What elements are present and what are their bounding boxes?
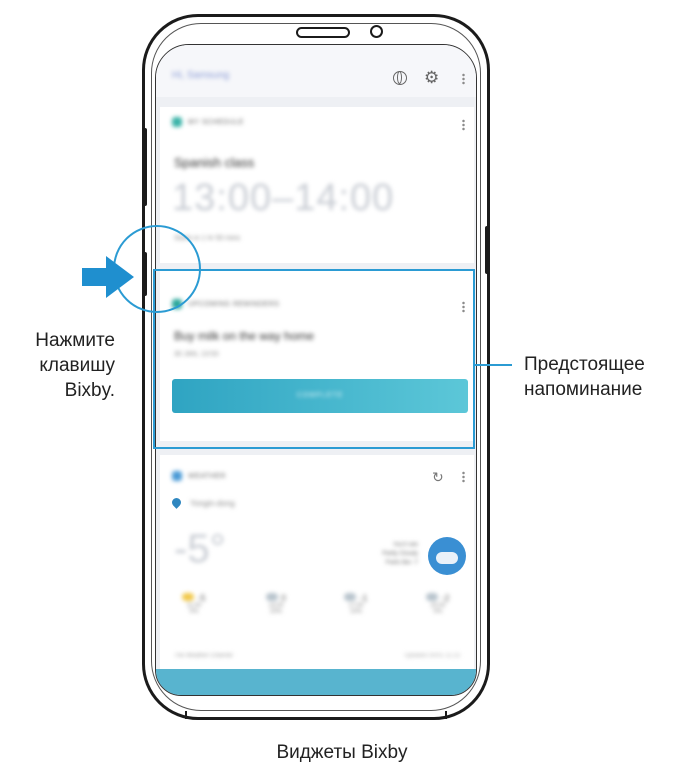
- weather-temperature: -5°: [174, 527, 226, 571]
- front-camera: [370, 25, 383, 38]
- forecast-item: 0 14:00 20%: [246, 593, 306, 615]
- card-header: WEATHER: [172, 471, 226, 481]
- bixby-home-topbar: Hi, Samsung ⚙: [156, 45, 476, 97]
- reminder-highlight: [153, 269, 475, 449]
- topbar-title: Hi, Samsung: [172, 70, 230, 81]
- calendar-icon: [172, 117, 182, 127]
- weather-location: Yongin-dong: [190, 499, 235, 508]
- weather-source: The Weather Channel: [174, 653, 233, 659]
- weather-small-icon: [172, 471, 182, 481]
- weather-updated: Updated 30/01 11:13: [404, 653, 460, 659]
- power-button: [485, 226, 490, 274]
- forecast-item: -2 20:00 0%: [408, 593, 468, 615]
- weather-description: You'll see Partly Cloudy Feels like -7: [382, 542, 418, 566]
- card-menu-icon[interactable]: [462, 471, 465, 483]
- card-header: MY SCHEDULE: [172, 117, 244, 127]
- phone-bottom-edge: [185, 711, 447, 719]
- more-options-icon[interactable]: [462, 73, 465, 85]
- bottom-action-strip[interactable]: [156, 669, 476, 695]
- press-bixby-key-label: Нажмите клавишу Bixby.: [35, 330, 115, 401]
- gear-icon[interactable]: ⚙: [424, 69, 439, 86]
- schedule-time: 13:00–14:00: [172, 177, 395, 219]
- callout-leader-line: [475, 364, 512, 366]
- figure-caption: Виджеты Bixby: [276, 742, 408, 763]
- globe-icon[interactable]: [393, 71, 407, 85]
- location-pin-icon: [170, 496, 183, 509]
- forecast-item: -5 11:00 0%: [164, 593, 224, 615]
- volume-button: [142, 128, 147, 206]
- earpiece-speaker: [296, 27, 350, 38]
- arrow-right-icon: [82, 256, 134, 298]
- upcoming-reminder-label: Предстоящее напоминание: [524, 354, 645, 400]
- schedule-title: Spanish class: [174, 155, 255, 170]
- weather-card[interactable]: WEATHER ↻ Yongin-dong -5° You'll see Par…: [160, 455, 474, 675]
- forecast-item: -1 17:00 10%: [326, 593, 386, 615]
- schedule-card[interactable]: MY SCHEDULE Spanish class 13:00–14:00 St…: [160, 107, 474, 263]
- weather-cloud-icon: [428, 537, 466, 575]
- card-menu-icon[interactable]: [462, 119, 465, 131]
- refresh-icon[interactable]: ↻: [432, 469, 444, 486]
